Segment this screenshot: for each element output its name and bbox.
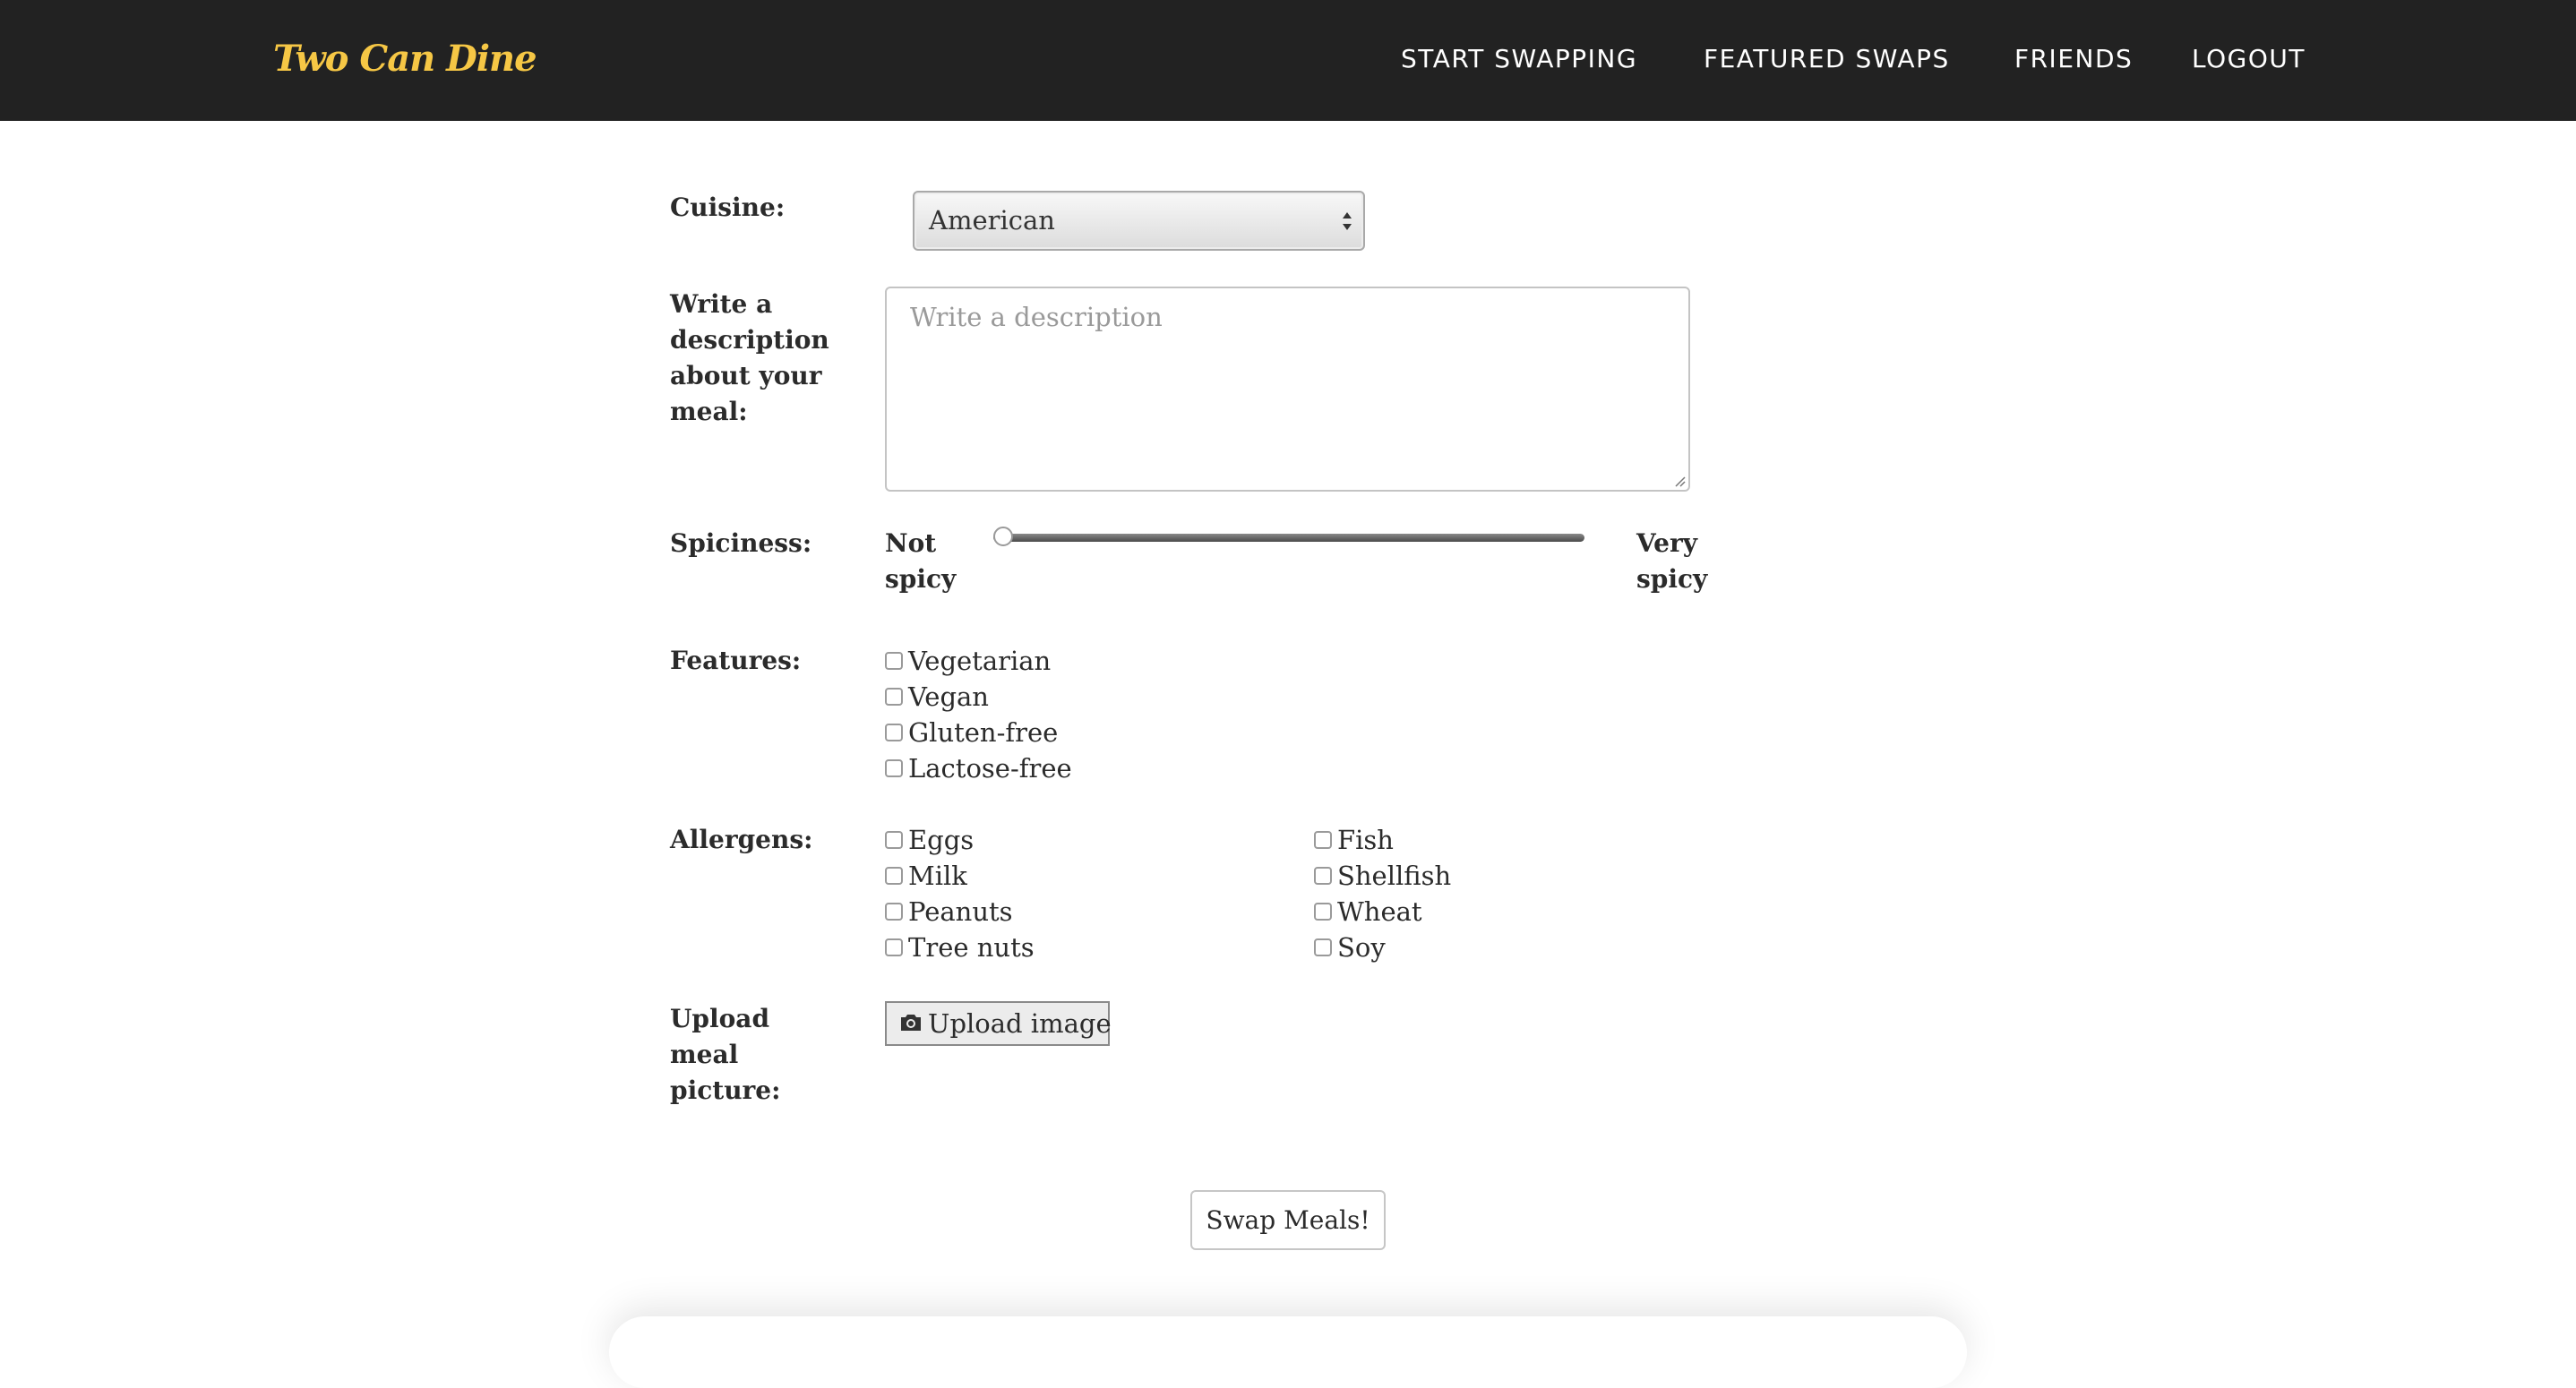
checkbox[interactable] — [1314, 866, 1332, 885]
checkbox[interactable] — [1314, 938, 1332, 956]
spiciness-label: Spiciness: — [670, 528, 812, 558]
slider-max-label: Very spicy — [1636, 528, 1708, 594]
footer-panel — [609, 1316, 1967, 1388]
swap-meals-button[interactable]: Swap Meals! — [1190, 1190, 1386, 1250]
upload-label: Upload meal picture: — [670, 1004, 781, 1105]
allergen-soy[interactable]: Soy — [1314, 930, 1386, 965]
slider-thumb[interactable] — [993, 527, 1013, 546]
checkbox[interactable] — [885, 902, 903, 921]
slider-min-label: Not spicy — [885, 528, 957, 594]
camera-icon — [901, 1015, 921, 1031]
checkbox[interactable] — [885, 758, 903, 777]
navbar: Two Can Dine START SWAPPING FEATURED SWA… — [0, 0, 2576, 121]
feature-vegetarian[interactable]: Vegetarian — [885, 643, 1051, 679]
allergen-tree-nuts[interactable]: Tree nuts — [885, 930, 1035, 965]
nav-logout[interactable]: LOGOUT — [2192, 36, 2306, 82]
description-placeholder: Write a description — [910, 302, 1163, 332]
spiciness-slider[interactable] — [993, 527, 1584, 546]
checkbox[interactable] — [885, 866, 903, 885]
checkbox[interactable] — [885, 938, 903, 956]
feature-lactose-free[interactable]: Lactose-free — [885, 750, 1072, 786]
allergen-eggs[interactable]: Eggs — [885, 822, 974, 858]
checkbox[interactable] — [885, 687, 903, 706]
cuisine-select[interactable]: American — [913, 191, 1365, 251]
nav-start-swapping[interactable]: START SWAPPING — [1401, 36, 1637, 82]
checkbox[interactable] — [885, 651, 903, 670]
allergen-wheat[interactable]: Wheat — [1314, 894, 1422, 930]
checkbox[interactable] — [885, 723, 903, 741]
cuisine-selected-value: American — [929, 205, 1055, 236]
description-textarea[interactable]: Write a description — [885, 287, 1690, 492]
allergens-label: Allergens: — [670, 825, 813, 854]
allergen-peanuts[interactable]: Peanuts — [885, 894, 1013, 930]
select-arrows-icon — [1343, 212, 1352, 230]
brand-logo[interactable]: Two Can Dine — [273, 30, 537, 88]
allergen-shellfish[interactable]: Shellfish — [1314, 858, 1451, 894]
cuisine-label: Cuisine: — [670, 193, 786, 222]
nav-featured-swaps[interactable]: FEATURED SWAPS — [1704, 36, 1950, 82]
features-label: Features: — [670, 646, 802, 675]
nav-friends[interactable]: FRIENDS — [2014, 36, 2133, 82]
allergen-milk[interactable]: Milk — [885, 858, 967, 894]
allergen-fish[interactable]: Fish — [1314, 822, 1394, 858]
feature-gluten-free[interactable]: Gluten-free — [885, 715, 1058, 750]
checkbox[interactable] — [885, 830, 903, 849]
resize-grip-icon[interactable] — [1673, 475, 1686, 487]
description-label: Write a description about your meal: — [670, 289, 829, 426]
checkbox[interactable] — [1314, 902, 1332, 921]
upload-image-button[interactable]: Upload image — [885, 1001, 1112, 1046]
checkbox[interactable] — [1314, 830, 1332, 849]
feature-vegan[interactable]: Vegan — [885, 679, 989, 715]
